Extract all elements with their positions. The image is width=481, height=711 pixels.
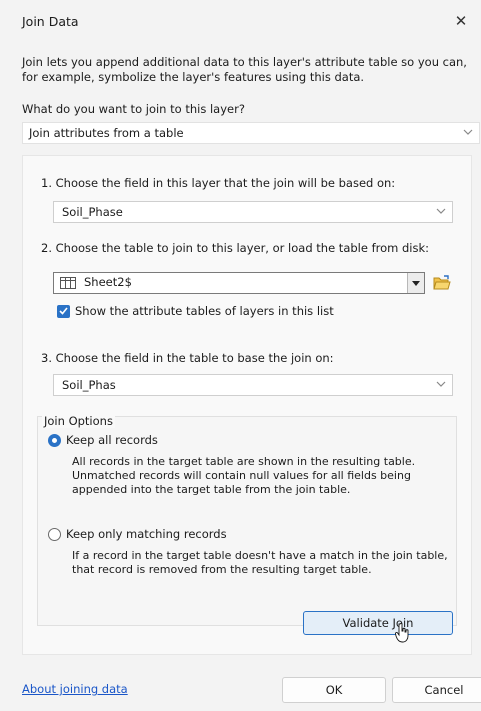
join-options-legend: Join Options bbox=[42, 414, 115, 428]
show-layer-tables-option[interactable]: Show the attribute tables of layers in t… bbox=[57, 304, 334, 318]
join-field-dropdown[interactable]: Soil_Phas bbox=[53, 374, 453, 396]
step3-label: 3. Choose the field in the table to base… bbox=[41, 351, 334, 365]
join-type-dropdown[interactable]: Join attributes from a table bbox=[22, 122, 480, 144]
keep-all-records-label: Keep all records bbox=[66, 433, 158, 447]
step2-label: 2. Choose the table to join to this laye… bbox=[41, 241, 430, 255]
keep-all-records-radio[interactable] bbox=[48, 433, 61, 447]
keep-matching-records-radio[interactable] bbox=[48, 527, 61, 541]
step1-label: 1. Choose the field in this layer that t… bbox=[41, 176, 396, 190]
validate-join-button[interactable]: Validate Join bbox=[303, 611, 453, 643]
title-bar: Join Data ✕ bbox=[0, 0, 481, 40]
close-button[interactable]: ✕ bbox=[449, 9, 473, 33]
cancel-button[interactable]: Cancel bbox=[392, 677, 481, 703]
browse-table-button[interactable] bbox=[431, 272, 453, 294]
checkmark-icon bbox=[59, 307, 68, 315]
show-layer-tables-label: Show the attribute tables of layers in t… bbox=[75, 304, 334, 318]
keep-all-records-option[interactable]: Keep all records bbox=[48, 433, 158, 447]
layer-field-value: Soil_Phase bbox=[62, 205, 123, 219]
mouse-cursor-icon bbox=[395, 623, 409, 643]
ok-button[interactable]: OK bbox=[282, 677, 386, 703]
dropdown-arrow-button[interactable] bbox=[407, 273, 424, 293]
chevron-down-icon bbox=[436, 381, 446, 387]
keep-matching-records-label: Keep only matching records bbox=[66, 527, 227, 541]
join-settings-panel: 1. Choose the field in this layer that t… bbox=[22, 155, 472, 655]
close-icon: ✕ bbox=[454, 12, 468, 30]
chevron-down-icon bbox=[412, 280, 420, 286]
chevron-down-icon bbox=[436, 208, 446, 214]
keep-all-records-description: All records in the target table are show… bbox=[72, 455, 416, 496]
intro-text: Join lets you append additional data to … bbox=[22, 55, 467, 84]
join-type-value: Join attributes from a table bbox=[29, 126, 184, 140]
chevron-down-icon bbox=[463, 129, 473, 135]
join-table-dropdown[interactable]: Sheet2$ bbox=[53, 272, 425, 294]
layer-field-dropdown[interactable]: Soil_Phase bbox=[53, 201, 453, 223]
table-icon bbox=[60, 277, 76, 289]
folder-open-icon bbox=[433, 275, 451, 290]
join-table-value: Sheet2$ bbox=[84, 275, 132, 289]
join-question: What do you want to join to this layer? bbox=[22, 102, 245, 116]
join-options-group: Join Options Keep all records All record… bbox=[37, 414, 457, 626]
show-layer-tables-checkbox[interactable] bbox=[57, 304, 70, 318]
keep-matching-records-description: If a record in the target table doesn't … bbox=[72, 549, 448, 576]
keep-matching-records-option[interactable]: Keep only matching records bbox=[48, 527, 227, 541]
join-field-value: Soil_Phas bbox=[62, 378, 116, 392]
about-joining-link[interactable]: About joining data bbox=[22, 682, 128, 696]
window-title: Join Data bbox=[22, 14, 79, 29]
